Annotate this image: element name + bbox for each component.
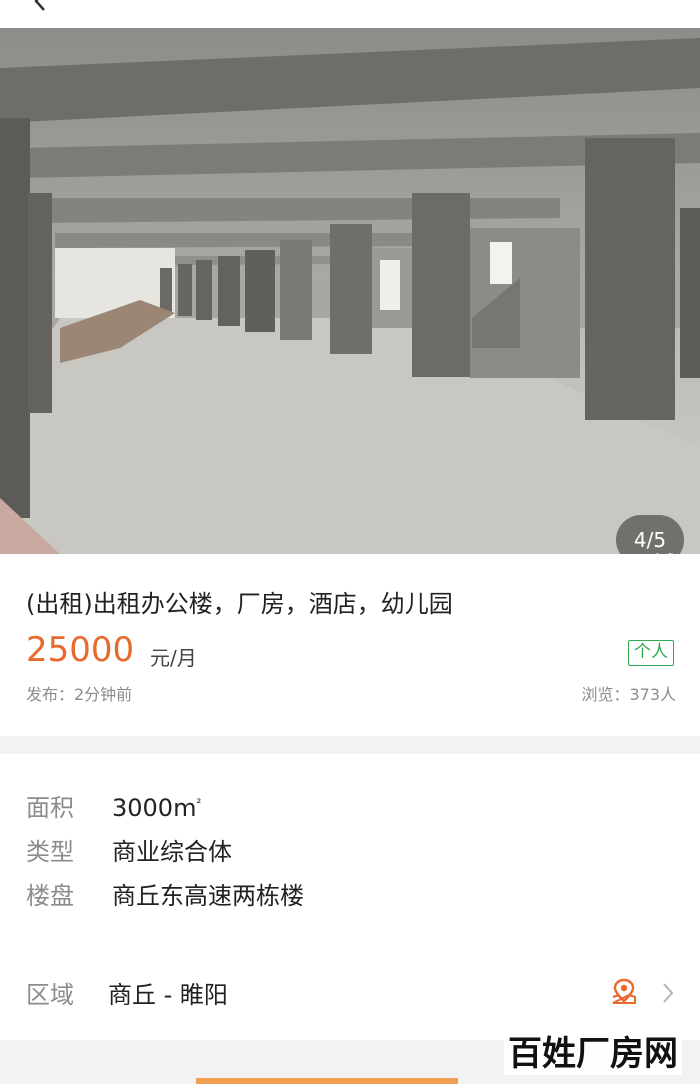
top-bar bbox=[0, 0, 700, 28]
photo-watermark: 58同城 bbox=[593, 546, 678, 554]
site-watermark: 百姓厂房网 bbox=[504, 1026, 682, 1075]
chevron-right-icon[interactable] bbox=[660, 982, 676, 1004]
publish-time: 发布：2分钟前 bbox=[26, 685, 133, 704]
detail-row-building: 楼盘 商丘东高速两栋楼 bbox=[26, 876, 304, 911]
section-divider bbox=[0, 736, 700, 754]
area-label: 面积 bbox=[26, 794, 74, 822]
listing-photo[interactable]: 4/5 58同城 bbox=[0, 28, 700, 554]
view-count: 浏览：373人 bbox=[581, 685, 676, 704]
region-value: 商丘 - 睢阳 bbox=[108, 981, 228, 1009]
region-label: 区域 bbox=[26, 981, 74, 1009]
detail-row-region[interactable]: 区域 商丘 - 睢阳 bbox=[26, 975, 228, 1010]
bottom-accent-bar bbox=[196, 1078, 458, 1084]
area-unit-superscript: ² bbox=[196, 796, 202, 810]
map-pin-icon[interactable] bbox=[610, 977, 638, 1005]
type-value: 商业综合体 bbox=[112, 838, 232, 866]
detail-row-area: 面积 3000m² bbox=[26, 788, 201, 823]
building-label: 楼盘 bbox=[26, 882, 74, 910]
listing-title: (出租)出租办公楼，厂房，酒店，幼儿园 bbox=[26, 590, 453, 618]
type-label: 类型 bbox=[26, 838, 74, 866]
back-arrow-icon[interactable] bbox=[30, 0, 52, 12]
price-unit: 元/月 bbox=[150, 646, 197, 670]
area-value: 3000m bbox=[112, 794, 197, 822]
warehouse-photo-image bbox=[0, 28, 700, 554]
building-value: 商丘东高速两栋楼 bbox=[112, 882, 304, 910]
detail-row-type: 类型 商业综合体 bbox=[26, 832, 232, 867]
listing-price: 25000 bbox=[26, 630, 135, 670]
owner-type-badge: 个人 bbox=[628, 640, 674, 666]
